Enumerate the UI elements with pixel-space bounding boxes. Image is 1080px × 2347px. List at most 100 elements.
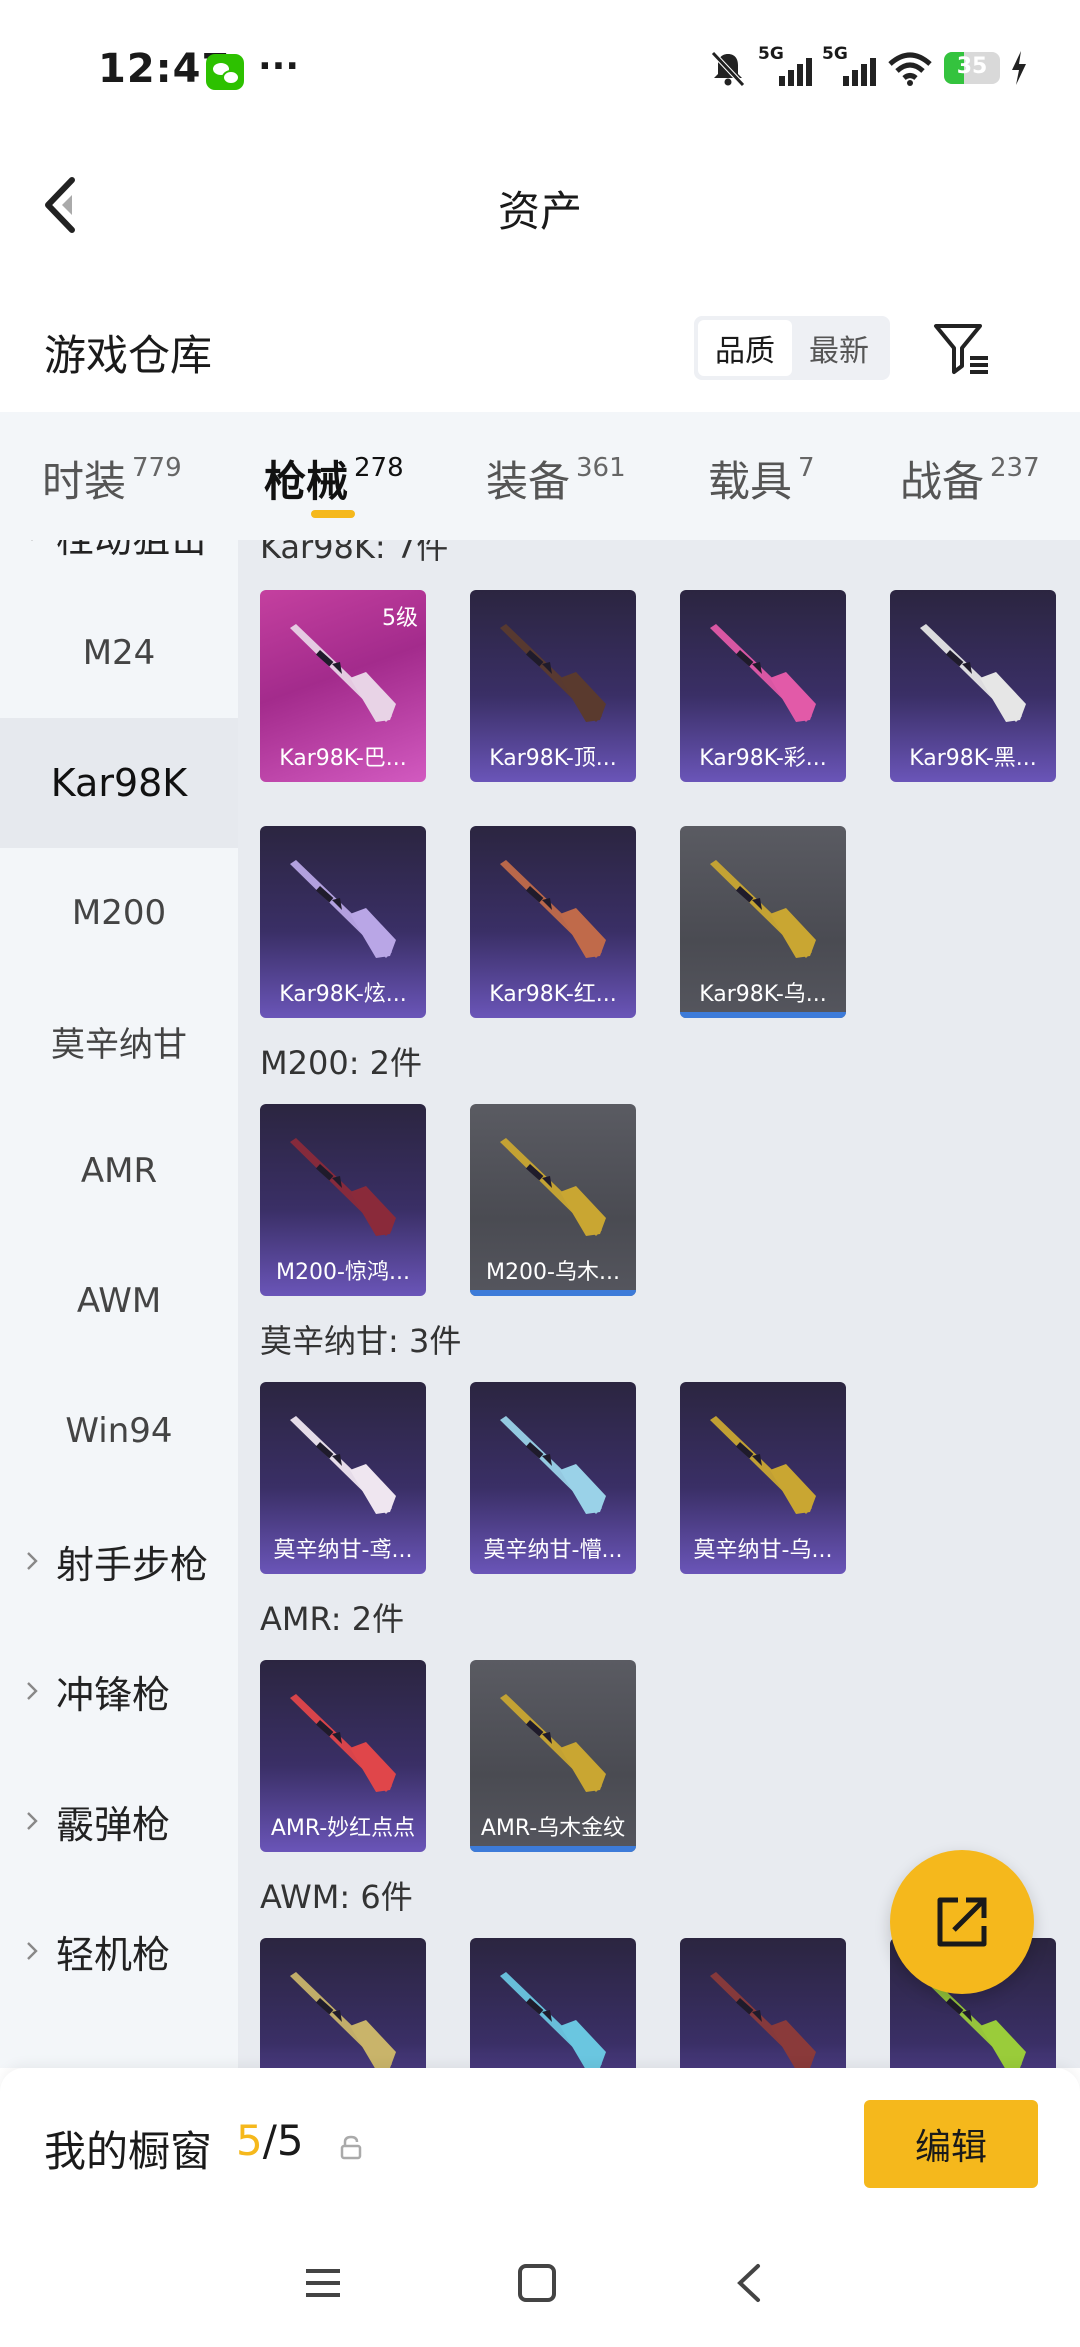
sort-toggle: 品质 最新 — [694, 316, 890, 380]
category-tabs: 时装 779 枪械 278 装备 361 载具 7 战备 237 — [0, 412, 1080, 540]
system-nav-bar — [0, 2228, 1080, 2347]
sidebar-item[interactable]: M24 — [0, 588, 238, 718]
tab-equipment[interactable]: 装备 361 — [486, 448, 626, 509]
tab-fashion[interactable]: 时装 779 — [42, 448, 182, 509]
weapon-name: Kar98K-炫... — [279, 982, 407, 1007]
tab-label: 时装 — [42, 457, 127, 506]
weapon-name: Kar98K-彩... — [699, 746, 827, 771]
weapon-card[interactable] — [260, 1938, 426, 2068]
sidebar-item-label: Kar98K — [50, 761, 188, 805]
active-tab-indicator — [311, 510, 355, 518]
tab-count: 7 — [798, 453, 815, 483]
showcase-current: 5 — [236, 2116, 263, 2165]
edit-button[interactable]: 编辑 — [864, 2100, 1038, 2188]
weapon-name: AMR-乌木金纹 — [480, 1816, 626, 1841]
tab-count: 361 — [576, 453, 626, 483]
sidebar-item[interactable]: Win94 — [0, 1366, 238, 1496]
showcase-separator: / — [262, 2116, 277, 2165]
tab-count: 779 — [132, 453, 182, 483]
sidebar-item[interactable]: 轻机枪 — [0, 1886, 238, 2016]
sidebar-item[interactable]: 冲锋枪 — [0, 1626, 238, 1756]
weapon-name: Kar98K-乌... — [699, 982, 827, 1007]
rifle-icon — [710, 1972, 816, 2068]
weapon-name: Kar98K-黑... — [909, 746, 1037, 771]
weapon-card[interactable] — [680, 1938, 846, 2068]
sidebar-item[interactable]: 莫辛纳甘 — [0, 976, 238, 1106]
tab-vehicles[interactable]: 载具 7 — [708, 448, 815, 509]
rifle-icon — [290, 1694, 396, 1792]
sort-latest-button[interactable]: 最新 — [792, 320, 886, 376]
weapon-card[interactable]: Kar98K-彩... — [680, 590, 846, 782]
nav-back-icon[interactable] — [726, 2258, 776, 2308]
weapon-card[interactable] — [470, 1938, 636, 2068]
rifle-icon — [500, 1138, 606, 1236]
rifle-icon — [290, 1138, 396, 1236]
group-title: M200: 2件 — [260, 1044, 423, 1082]
tab-weapons[interactable]: 枪械 278 — [264, 448, 404, 509]
sidebar-item-label: M24 — [82, 633, 156, 673]
weapon-card[interactable]: 莫辛纳甘-懵... — [470, 1382, 636, 1574]
weapon-card[interactable]: M200-乌木... — [470, 1104, 636, 1296]
mute-bell-icon — [711, 51, 745, 87]
tab-battle-prep[interactable]: 战备 237 — [900, 448, 1040, 509]
lock-icon — [340, 2135, 362, 2160]
signal-icon: 5G — [758, 44, 812, 88]
status-icons: 5G 5G 35 — [708, 44, 1028, 88]
sort-quality-button[interactable]: 品质 — [698, 320, 792, 376]
weapon-card[interactable]: AMR-妙红点点 — [260, 1660, 426, 1852]
weapon-card[interactable]: Kar98K-顶... — [470, 590, 636, 782]
share-icon — [937, 1897, 987, 1947]
tab-label: 战备 — [900, 457, 985, 506]
rifle-icon — [920, 624, 1026, 722]
weapon-card[interactable]: AMR-乌木金纹 — [470, 1660, 636, 1852]
sidebar-item[interactable]: 射手步枪 — [0, 1496, 238, 1626]
weapon-name: AMR-妙红点点 — [270, 1816, 416, 1841]
section-title: 游戏仓库 — [44, 331, 213, 380]
weapon-grid: Kar98K: 7件 5级 Kar98K-巴... Kar98K-顶... Kar98K… — [238, 540, 1080, 2068]
charging-icon — [1012, 51, 1026, 85]
weapon-name: Kar98K-红... — [489, 982, 617, 1007]
tab-label: 枪械 — [264, 457, 349, 506]
showcase-bar: 我的橱窗 5/5 编辑 — [0, 2068, 1080, 2228]
weapon-card[interactable]: Kar98K-乌... — [680, 826, 846, 1018]
group-title: Kar98K: 7件 — [260, 540, 449, 566]
sidebar-item[interactable]: 霰弹枪 — [0, 1756, 238, 1886]
battery-icon: 35 — [944, 52, 1000, 84]
chevron-right-icon — [27, 1552, 38, 1570]
showcase-count: 5/5 — [236, 2116, 304, 2165]
sidebar-item[interactable]: AWM — [0, 1236, 238, 1366]
rifle-icon — [290, 1972, 396, 2068]
weapon-card[interactable]: Kar98K-黑... — [890, 590, 1056, 782]
more-notifications-icon: ··· — [258, 46, 300, 87]
weapon-card[interactable]: M200-惊鸿... — [260, 1104, 426, 1296]
menu-icon[interactable] — [298, 2258, 348, 2308]
sidebar-item-label: AWM — [76, 1281, 162, 1321]
weapon-name: 莫辛纳甘-懵... — [483, 1538, 623, 1563]
share-button[interactable] — [890, 1850, 1034, 1994]
sidebar-item[interactable]: AMR — [0, 1106, 238, 1236]
tab-count: 278 — [354, 453, 404, 483]
chevron-right-icon — [27, 1812, 38, 1830]
weapon-card[interactable]: 5级 Kar98K-巴... — [260, 590, 426, 782]
sidebar-item[interactable]: Kar98K — [0, 718, 238, 848]
level-badge: 5级 — [382, 606, 418, 631]
group-title: AWM: 6件 — [260, 1878, 413, 1916]
weapon-card[interactable]: 莫辛纳甘-鸢... — [260, 1382, 426, 1574]
filter-icon[interactable] — [932, 318, 992, 378]
home-icon[interactable] — [512, 2258, 562, 2308]
weapon-name: 莫辛纳甘-鸢... — [273, 1538, 413, 1563]
weapon-card[interactable]: Kar98K-红... — [470, 826, 636, 1018]
weapon-card[interactable]: 莫辛纳甘-乌... — [680, 1382, 846, 1574]
sidebar-item-label: 霰弹枪 — [56, 1802, 171, 1847]
signal-icon: 5G — [822, 44, 876, 88]
rifle-icon — [710, 1416, 816, 1514]
warehouse-header: 游戏仓库 品质 最新 — [0, 270, 1080, 412]
rifle-icon — [500, 1972, 606, 2068]
weapon-card[interactable]: Kar98K-炫... — [260, 826, 426, 1018]
sidebar-item[interactable]: M200 — [0, 848, 238, 978]
sidebar-item-label: 冲锋枪 — [56, 1672, 171, 1717]
chevron-right-icon — [27, 1942, 38, 1960]
weapon-name: 莫辛纳甘-乌... — [693, 1538, 833, 1563]
rifle-icon — [500, 860, 606, 958]
rifle-icon — [710, 860, 816, 958]
